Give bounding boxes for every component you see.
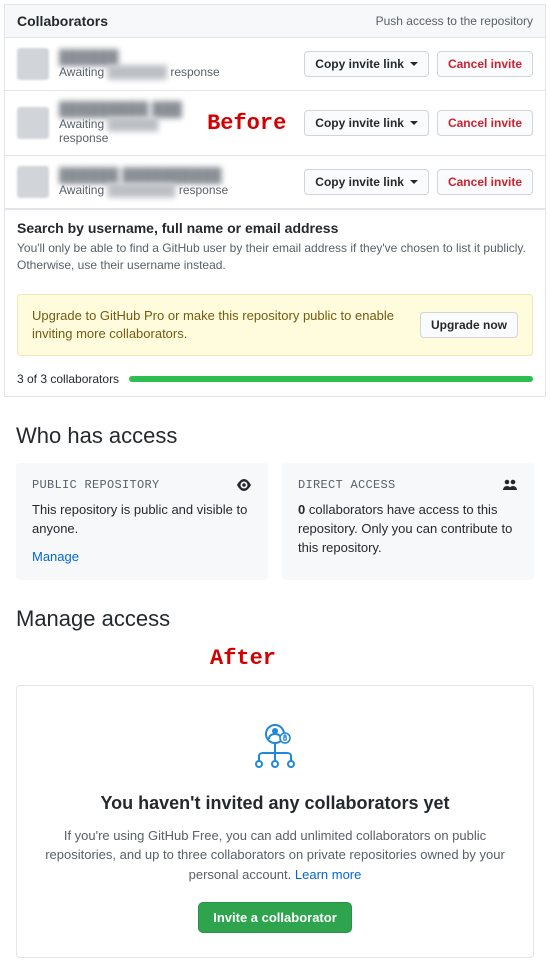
collaborators-title: Collaborators bbox=[17, 13, 108, 29]
public-repo-body: This repository is public and visible to… bbox=[32, 501, 252, 539]
collaborators-graphic-icon bbox=[247, 720, 303, 768]
collaborator-name: ██████ ██████████ bbox=[59, 167, 304, 183]
caret-down-icon bbox=[410, 62, 418, 66]
empty-state-desc: If you're using GitHub Free, you can add… bbox=[29, 826, 521, 885]
upgrade-banner: Upgrade to GitHub Pro or make this repos… bbox=[17, 294, 533, 356]
before-annotation: Before bbox=[207, 111, 286, 136]
collaborator-row: ██████ ██████████ Awaiting ████████ resp… bbox=[5, 156, 545, 209]
collaborator-name: ██████ bbox=[59, 49, 304, 65]
avatar bbox=[17, 166, 49, 198]
eye-icon bbox=[236, 477, 252, 493]
upgrade-now-button[interactable]: Upgrade now bbox=[420, 312, 518, 338]
search-help-desc: You'll only be able to find a GitHub use… bbox=[17, 240, 533, 274]
collaborator-row: █████████ ███ Awaiting ██████ response B… bbox=[5, 91, 545, 156]
caret-down-icon bbox=[410, 180, 418, 184]
empty-state-title: You haven't invited any collaborators ye… bbox=[29, 793, 521, 814]
copy-invite-link-button[interactable]: Copy invite link bbox=[304, 110, 429, 136]
collaborator-info: ██████ Awaiting ███████ response bbox=[59, 49, 304, 79]
manage-access-heading: Manage access bbox=[16, 606, 534, 632]
copy-invite-link-button[interactable]: Copy invite link bbox=[304, 169, 429, 195]
collaborator-row: ██████ Awaiting ███████ response Copy in… bbox=[5, 38, 545, 91]
collaborator-quota: 3 of 3 collaborators bbox=[5, 366, 545, 396]
avatar bbox=[17, 107, 49, 139]
collaborator-name: █████████ ███ bbox=[59, 101, 207, 117]
cancel-invite-button[interactable]: Cancel invite bbox=[437, 51, 533, 77]
collaborator-status: Awaiting ██████ response bbox=[59, 117, 207, 145]
learn-more-link[interactable]: Learn more bbox=[295, 867, 361, 882]
search-help: Search by username, full name or email a… bbox=[5, 209, 545, 284]
collaborator-quota-bar bbox=[129, 376, 533, 382]
public-repo-label: PUBLIC REPOSITORY bbox=[32, 478, 160, 492]
after-annotation: After bbox=[0, 646, 550, 675]
collaborator-info: ██████ ██████████ Awaiting ████████ resp… bbox=[59, 167, 304, 197]
access-cards: PUBLIC REPOSITORY This repository is pub… bbox=[0, 463, 550, 580]
cancel-invite-button[interactable]: Cancel invite bbox=[437, 110, 533, 136]
collaborators-panel: Collaborators Push access to the reposit… bbox=[4, 4, 546, 397]
search-help-title: Search by username, full name or email a… bbox=[17, 220, 533, 236]
direct-access-label: DIRECT ACCESS bbox=[298, 478, 396, 492]
manage-access-empty: You haven't invited any collaborators ye… bbox=[16, 685, 534, 959]
cancel-invite-button[interactable]: Cancel invite bbox=[437, 169, 533, 195]
direct-access-card: DIRECT ACCESS 0 collaborators have acces… bbox=[282, 463, 534, 580]
upgrade-banner-text: Upgrade to GitHub Pro or make this repos… bbox=[32, 307, 408, 343]
collaborators-subtitle: Push access to the repository bbox=[376, 14, 533, 28]
collaborator-quota-label: 3 of 3 collaborators bbox=[17, 372, 119, 386]
collaborator-status: Awaiting ███████ response bbox=[59, 65, 304, 79]
collaborator-info: █████████ ███ Awaiting ██████ response bbox=[59, 101, 207, 145]
copy-invite-link-button[interactable]: Copy invite link bbox=[304, 51, 429, 77]
avatar bbox=[17, 48, 49, 80]
caret-down-icon bbox=[410, 121, 418, 125]
collaborator-status: Awaiting ████████ response bbox=[59, 183, 304, 197]
direct-access-body: 0 collaborators have access to this repo… bbox=[298, 501, 518, 558]
collaborators-header: Collaborators Push access to the reposit… bbox=[5, 5, 545, 38]
people-icon bbox=[502, 477, 518, 493]
manage-visibility-link[interactable]: Manage bbox=[32, 549, 79, 564]
public-repo-card: PUBLIC REPOSITORY This repository is pub… bbox=[16, 463, 268, 580]
who-has-access-heading: Who has access bbox=[16, 423, 534, 449]
invite-collaborator-button[interactable]: Invite a collaborator bbox=[198, 902, 352, 933]
